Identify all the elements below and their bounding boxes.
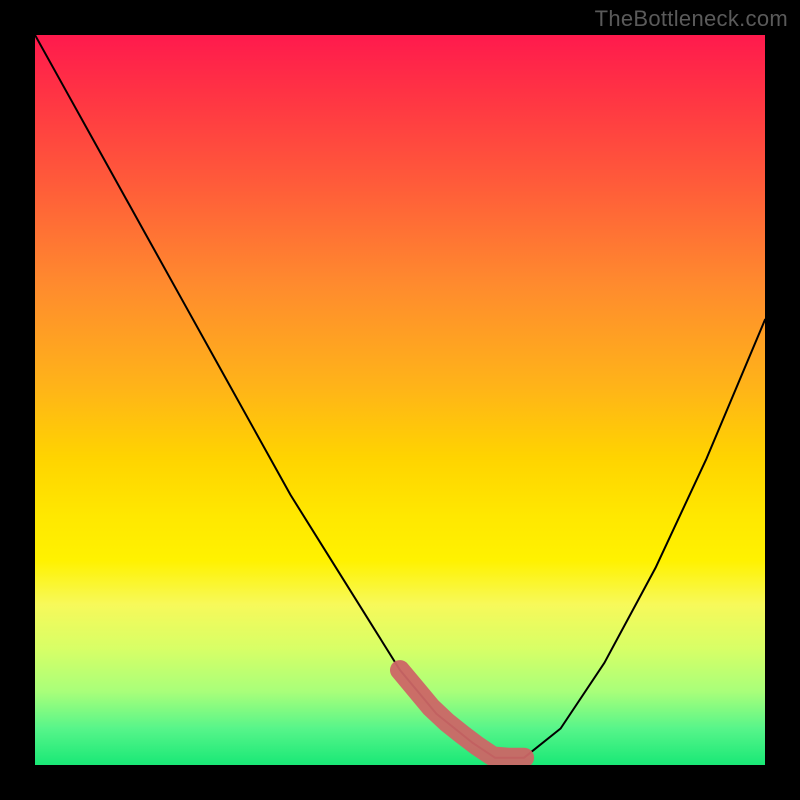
highlight-band-path [400, 670, 524, 758]
watermark-text: TheBottleneck.com [595, 6, 788, 32]
bottleneck-curve-path [35, 35, 765, 758]
curve-layer [35, 35, 765, 765]
chart-stage: TheBottleneck.com [0, 0, 800, 800]
plot-area [35, 35, 765, 765]
